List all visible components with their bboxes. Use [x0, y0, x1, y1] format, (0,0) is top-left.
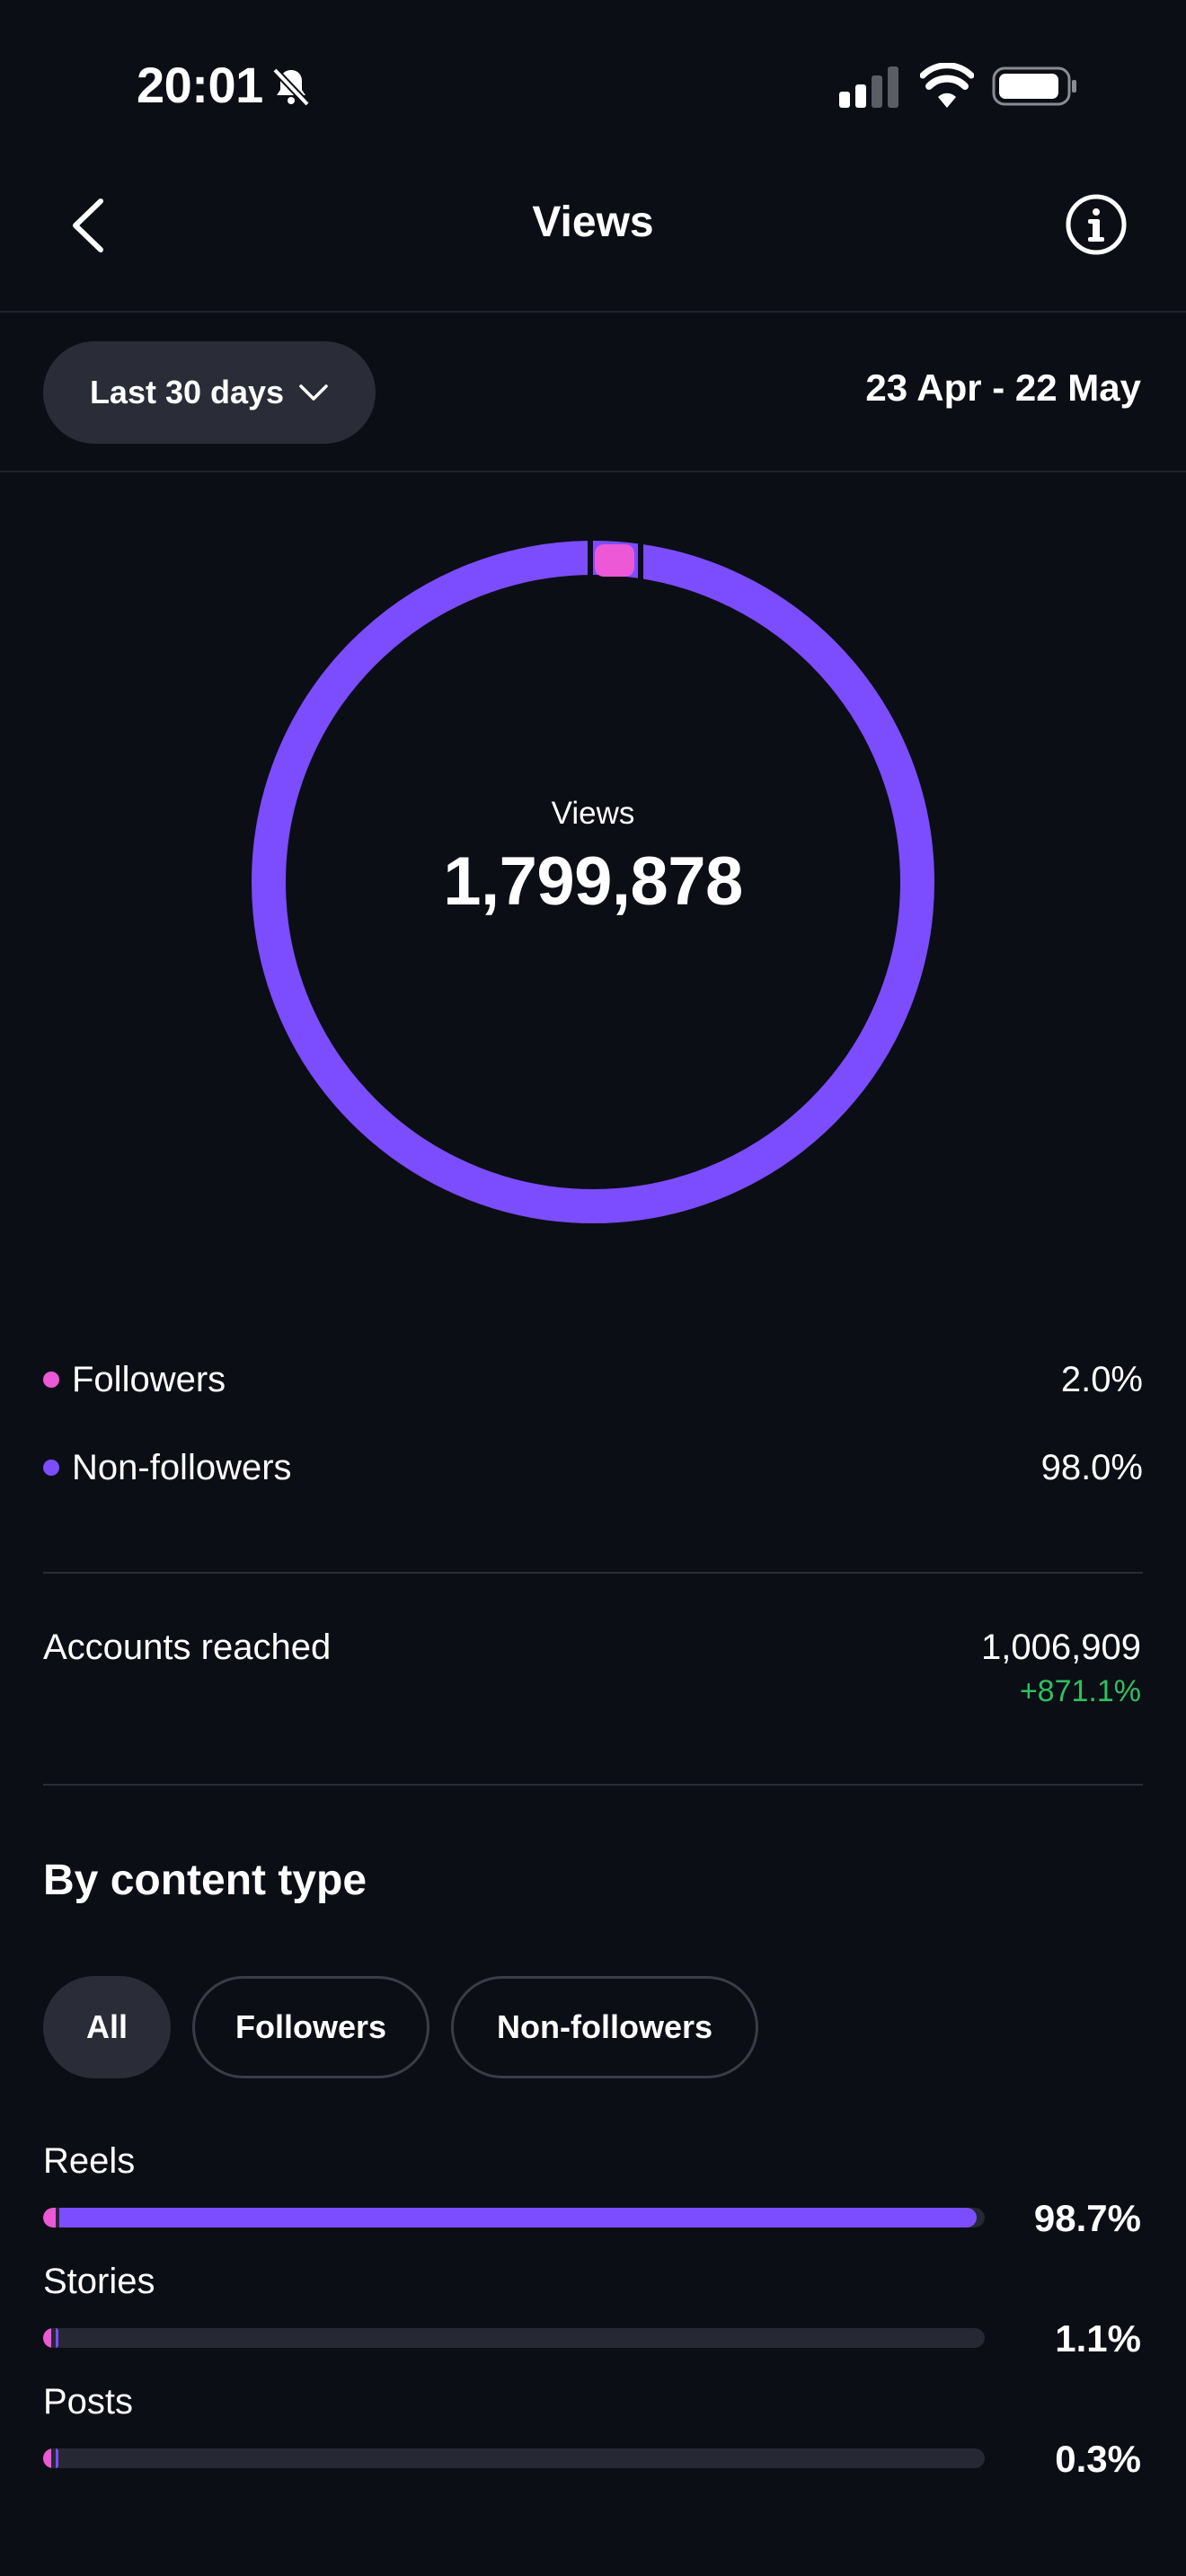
accounts-reached-value: 1,006,909: [981, 1628, 1141, 1667]
donut-gap: [588, 541, 593, 580]
content-type-percent-stories: 1.1%: [1055, 2317, 1141, 2360]
divider: [43, 1572, 1143, 1574]
content-type-percent-posts: 0.3%: [1055, 2438, 1141, 2480]
bar-segment-non-followers: [55, 2328, 58, 2348]
donut-segment-followers: [595, 544, 634, 577]
bar-segment-followers: [43, 2328, 52, 2348]
date-range-dropdown[interactable]: Last 30 days: [43, 341, 376, 444]
donut-center-value: 1,799,878: [443, 843, 743, 920]
chevron-down-icon: [299, 384, 328, 401]
content-type-bar-reels: [43, 2208, 985, 2228]
divider: [43, 1784, 1143, 1786]
chip-all[interactable]: All: [43, 1976, 171, 2078]
accounts-reached-change: +871.1%: [1019, 1674, 1141, 1708]
content-type-label-reels: Reels: [43, 2141, 136, 2181]
wifi-icon: [920, 63, 974, 108]
legend-label: Followers: [72, 1359, 226, 1399]
donut-gap: [638, 543, 643, 582]
content-type-bar-posts: [43, 2448, 985, 2468]
info-circle-icon[interactable]: [1064, 192, 1128, 257]
content-type-label-posts: Posts: [43, 2382, 134, 2422]
divider: [0, 471, 1186, 472]
bell-slash-icon: [272, 67, 310, 107]
accounts-reached-label: Accounts reached: [43, 1628, 332, 1667]
legend-value: 98.0%: [1040, 1447, 1143, 1487]
followers-dot: [43, 1372, 59, 1388]
divider: [0, 311, 1186, 313]
battery-icon: [992, 66, 1076, 106]
section-title: By content type: [43, 1857, 367, 1904]
legend-value: 2.0%: [1060, 1359, 1143, 1399]
status-time: 20:01: [137, 57, 263, 113]
bar-segment-followers: [43, 2208, 56, 2228]
chip-non-followers[interactable]: Non-followers: [451, 1976, 758, 2078]
legend-label: Non-followers: [72, 1447, 292, 1487]
date-range-text: 23 Apr - 22 May: [865, 366, 1141, 409]
page-title: Views: [532, 198, 654, 246]
legend-item-followers: Followers 2.0%: [43, 1353, 1143, 1407]
legend-item-non-followers: Non-followers 98.0%: [43, 1441, 1143, 1495]
chip-followers[interactable]: Followers: [192, 1976, 429, 2078]
non-followers-dot: [43, 1460, 59, 1476]
bar-segment-followers: [43, 2448, 52, 2468]
bar-segment-non-followers: [58, 2208, 977, 2228]
donut-center-label: Views: [551, 796, 635, 831]
content-type-label-stories: Stories: [43, 2262, 155, 2301]
content-type-bar-stories: [43, 2328, 985, 2348]
cellular-signal-icon: [839, 66, 898, 108]
content-type-percent-reels: 98.7%: [1033, 2197, 1141, 2239]
date-range-dropdown-label: Last 30 days: [89, 374, 285, 410]
bar-segment-non-followers: [55, 2448, 58, 2468]
